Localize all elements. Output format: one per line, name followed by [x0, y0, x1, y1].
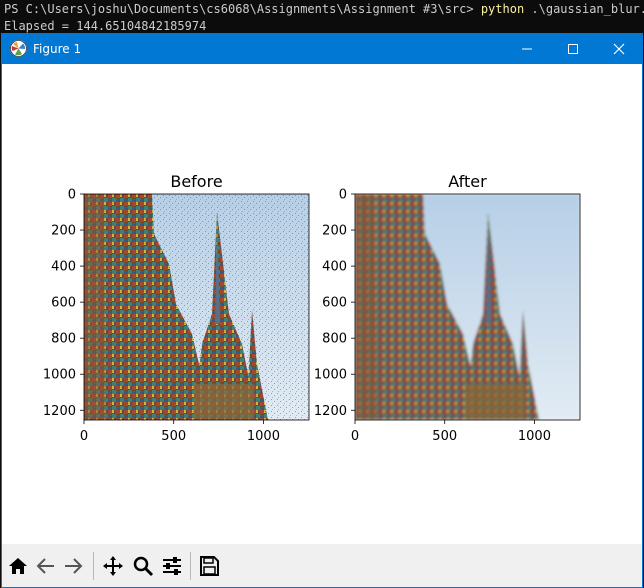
home-button[interactable]	[6, 554, 30, 578]
zoom-icon	[133, 556, 154, 577]
y-tick-label: 200	[322, 224, 347, 239]
title-bar[interactable]: Figure 1	[2, 34, 642, 64]
back-button[interactable]	[34, 554, 58, 578]
image-after	[355, 194, 580, 420]
terminal-prompt: PS C:\Users\joshu\Documents\cs6068\Assig…	[4, 2, 481, 16]
terminal: PS C:\Users\joshu\Documents\cs6068\Assig…	[0, 0, 644, 36]
forward-icon	[65, 558, 83, 574]
back-icon	[36, 558, 54, 574]
x-tick-label: 1000	[518, 429, 551, 444]
window-title: Figure 1	[33, 42, 82, 56]
subplot-title: Before	[170, 172, 222, 191]
save-icon	[200, 556, 219, 576]
y-tick-label: 1200	[314, 404, 347, 419]
toolbar-separator	[93, 552, 94, 580]
forward-button[interactable]	[61, 554, 85, 578]
x-tick-label: 0	[80, 429, 88, 444]
y-tick-label: 600	[51, 296, 76, 311]
y-tick-label: 0	[68, 188, 76, 203]
y-tick-label: 600	[322, 296, 347, 311]
y-tick-label: 1000	[43, 368, 76, 383]
save-button[interactable]	[197, 554, 221, 578]
close-button[interactable]	[596, 34, 642, 64]
pan-icon	[103, 556, 123, 576]
navigation-toolbar	[2, 544, 642, 587]
maximize-icon	[568, 44, 578, 54]
zoom-button[interactable]	[131, 554, 155, 578]
configure-subplots-button[interactable]	[160, 554, 184, 578]
minimize-button[interactable]	[504, 34, 550, 64]
y-tick-label: 0	[339, 188, 347, 203]
toolbar-separator	[190, 552, 191, 580]
image-before	[84, 194, 309, 420]
figure-window: Figure 1 Before 0 200 400 600 800 1000 1…	[1, 33, 643, 588]
matplotlib-logo-icon	[10, 40, 27, 57]
x-tick-label: 500	[161, 429, 186, 444]
y-tick-label: 200	[51, 224, 76, 239]
figure-canvas[interactable]: Before 0 200 400 600 800 1000 1200 0 500 1000 After…	[2, 64, 642, 544]
y-tick-label: 800	[51, 332, 76, 347]
minimize-icon	[522, 48, 532, 50]
maximize-button[interactable]	[550, 34, 596, 64]
configure-subplots-icon	[163, 557, 181, 575]
close-icon	[613, 43, 625, 55]
terminal-output: Elapsed = 144.65104842185974	[4, 19, 207, 33]
x-tick-label: 0	[351, 429, 359, 444]
x-tick-label: 500	[432, 429, 457, 444]
terminal-command: python	[480, 2, 525, 16]
subplot-title: After	[448, 172, 487, 191]
home-icon	[9, 558, 27, 574]
y-tick-label: 400	[51, 260, 76, 275]
y-tick-label: 1000	[314, 368, 347, 383]
y-tick-label: 400	[322, 260, 347, 275]
terminal-args: .\gaussian_blur.py	[531, 2, 644, 16]
pan-button[interactable]	[101, 554, 125, 578]
x-tick-label: 1000	[247, 429, 280, 444]
y-tick-label: 800	[322, 332, 347, 347]
y-tick-label: 1200	[43, 404, 76, 419]
